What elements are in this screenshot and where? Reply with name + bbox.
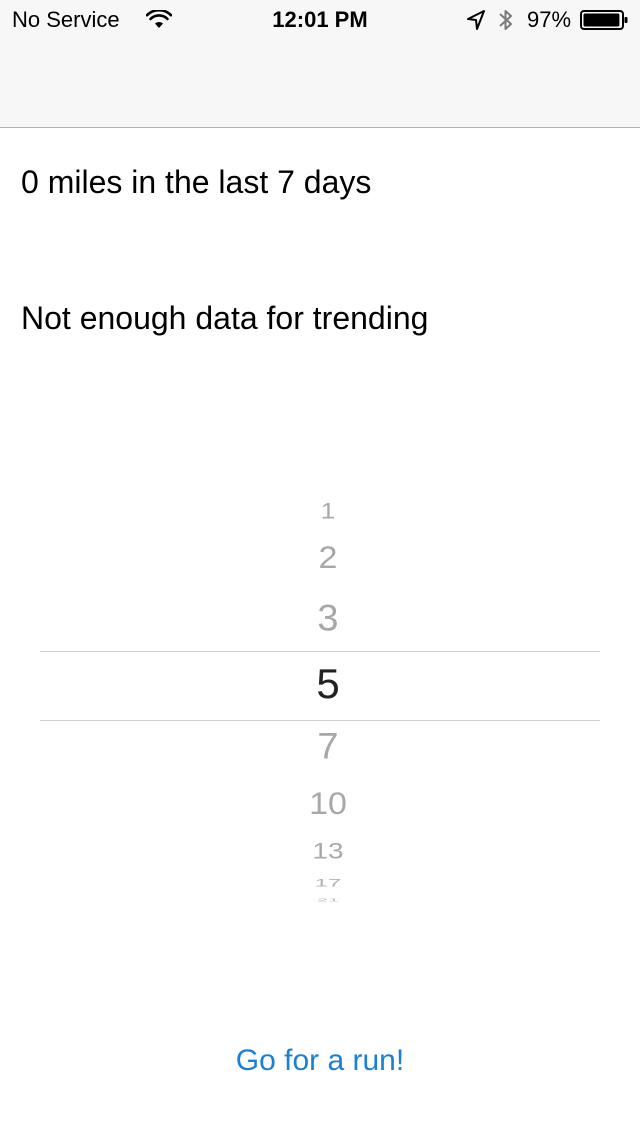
location-arrow-icon xyxy=(467,10,485,30)
picker-selection-bottom-line xyxy=(40,720,600,721)
picker-option-selected[interactable]: 5 xyxy=(40,663,616,705)
picker-option[interactable]: 1 xyxy=(40,500,616,522)
status-bar: No Service 12:01 PM 97% xyxy=(0,0,640,40)
navigation-bar: No Service 12:01 PM 97% xyxy=(0,0,640,128)
go-for-a-run-button[interactable]: Go for a run! xyxy=(0,1044,640,1078)
picker-option[interactable]: 3 xyxy=(40,600,616,637)
picker-option[interactable]: 17 xyxy=(40,878,616,889)
picker-option[interactable]: 21 xyxy=(40,898,616,902)
picker-option[interactable]: 2 xyxy=(40,542,616,573)
picker-option[interactable]: 13 xyxy=(40,840,616,862)
picker-option[interactable]: 7 xyxy=(40,728,616,765)
bluetooth-icon xyxy=(499,10,512,30)
weekly-miles-text: 0 miles in the last 7 days xyxy=(21,164,372,200)
distance-picker[interactable]: 1 2 3 5 7 10 13 17 21 xyxy=(40,490,600,920)
picker-selection-top-line xyxy=(40,651,600,652)
battery-icon xyxy=(580,10,628,30)
battery-percent: 97% xyxy=(527,7,572,32)
picker-option[interactable]: 10 xyxy=(40,788,616,819)
trending-status-text: Not enough data for trending xyxy=(21,300,429,336)
